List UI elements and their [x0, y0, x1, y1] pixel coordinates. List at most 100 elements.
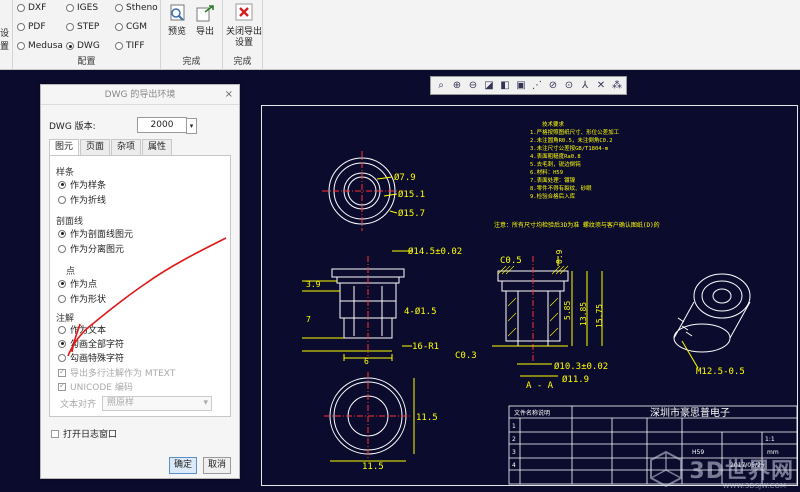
- format-radio-pdf[interactable]: PDF: [17, 22, 46, 32]
- radio-dot: [17, 23, 25, 31]
- export-button[interactable]: 导出: [193, 2, 217, 38]
- iso-view: [673, 273, 751, 369]
- format-label: STEP: [77, 22, 100, 32]
- dim-d1385: 13.85: [579, 302, 588, 326]
- dim-d6: 6: [364, 357, 369, 366]
- radio-spline-as-polyline[interactable]: 作为折线: [58, 193, 106, 206]
- tab-misc[interactable]: 杂项: [111, 139, 142, 155]
- close-icon[interactable]: ×: [225, 85, 233, 105]
- cancel-button[interactable]: 取消: [203, 457, 231, 474]
- view-icon[interactable]: ◧: [498, 79, 512, 93]
- zoom-out-icon[interactable]: ⊖: [466, 79, 480, 93]
- text-align-select[interactable]: 照原样: [102, 396, 213, 411]
- tb-row-1: 1: [512, 423, 516, 430]
- warning-note: 注意：所有尺寸均检验后3D为准 螺纹须与客户确认图纸(D)的: [494, 221, 660, 229]
- format-label: Stheno: [126, 3, 158, 13]
- datum-point-icon[interactable]: ⊙: [562, 79, 576, 93]
- open-log-checkbox[interactable]: 打开日志窗口: [51, 427, 117, 440]
- radio-dot: [58, 229, 66, 238]
- checkbox-mtext[interactable]: 导出多行注解作为 MTEXT: [58, 366, 175, 379]
- checkbox-unicode[interactable]: UNICODE 编码: [58, 380, 133, 393]
- top-view: [322, 151, 402, 231]
- ok-button[interactable]: 确定: [169, 457, 197, 474]
- drawing-sheet: 技术要求 1.严格按照图纸尺寸、形位公差加工 2.未注圆角R0.5，未注倒角C0.2…: [261, 105, 798, 486]
- radio-spline-as-spline[interactable]: 作为样条: [58, 178, 106, 191]
- spin-center-icon[interactable]: ⁂: [610, 79, 624, 93]
- note-line: 1.严格按照图纸尺寸、形位公差加工: [530, 128, 620, 136]
- note-line: 2.未注圆角R0.5，未注倒角C0.2: [530, 136, 613, 144]
- format-radio-medusa[interactable]: Medusa: [17, 41, 63, 51]
- annotation-display-icon[interactable]: ✕: [594, 79, 608, 93]
- group-label-finish: 完成: [182, 57, 201, 67]
- dim-d585: 5.85: [563, 301, 572, 320]
- dim-d103: Ø10.3±0.02: [554, 361, 608, 372]
- note-line: 8.零件不得有裂纹、砂眼: [530, 184, 592, 192]
- format-label: PDF: [28, 22, 46, 32]
- note-line: 7.表面处理：镀镍: [530, 176, 576, 184]
- section-point-title: 点: [66, 267, 76, 277]
- tab-entities[interactable]: 图元: [49, 139, 80, 156]
- group-label-finish2: 完成: [233, 57, 252, 67]
- format-label: Medusa: [28, 41, 63, 51]
- zoom-in-icon[interactable]: ⊕: [450, 79, 464, 93]
- display-style-icon[interactable]: ▣: [514, 79, 528, 93]
- export-icon: [196, 5, 214, 22]
- tab-page[interactable]: 页面: [80, 139, 111, 155]
- radio-dot: [58, 325, 66, 334]
- repaint-icon[interactable]: ◪: [482, 79, 496, 93]
- section-spline-title: 样条: [56, 168, 75, 178]
- radio-hatch-as-separate[interactable]: 作为分离图元: [58, 242, 124, 255]
- format-label: DWG: [77, 41, 100, 51]
- close-export-settings-button[interactable]: 关闭导出 设置: [226, 2, 262, 49]
- radio-dot: [58, 294, 66, 303]
- dim-d39: 3.9: [306, 280, 321, 289]
- checkbox-box: [58, 381, 66, 391]
- format-radio-tiff[interactable]: TIFF: [115, 41, 145, 51]
- radio-dot: [115, 42, 123, 50]
- radio-point-as-point[interactable]: 作为点: [58, 277, 97, 290]
- format-radio-iges[interactable]: IGES: [66, 3, 98, 13]
- title-header-left: 文件名称说明: [514, 409, 550, 417]
- dim-d151: Ø15.1: [398, 189, 425, 200]
- format-radio-dxf[interactable]: DXF: [17, 3, 46, 13]
- ribbon: 设置 DXF PDF Medusa IGES STEP DWG Stheno CGM TIFF …: [0, 0, 800, 70]
- text-align-label: 文本对齐: [60, 400, 97, 410]
- dim-thread: M12.5-0.5: [696, 367, 745, 377]
- radio-point-as-shape[interactable]: 作为形状: [58, 292, 106, 305]
- front-view: [302, 250, 412, 361]
- radio-dot: [58, 180, 66, 189]
- ribbon-group-finish: 预览 导出 完成: [161, 0, 223, 70]
- format-radio-step[interactable]: STEP: [66, 22, 99, 32]
- radio-note-stroke-special[interactable]: 勾画特殊字符: [58, 351, 124, 364]
- ribbon-group-config: DXF PDF Medusa IGES STEP DWG Stheno CGM TIFF 配置: [13, 0, 161, 70]
- tb-row-3: 3: [512, 449, 516, 456]
- dim-c05: C0.5: [500, 256, 522, 266]
- preview-button[interactable]: 预览: [165, 2, 189, 38]
- radio-note-stroke-all[interactable]: 勾画全部字符: [58, 337, 124, 350]
- radio-hatch-as-hatch[interactable]: 作为剖面线图元: [58, 227, 133, 240]
- note-line: 5.去毛刺，锐边倒钝: [530, 160, 581, 168]
- format-radio-dwg[interactable]: DWG: [66, 41, 100, 51]
- datum-plane-icon[interactable]: ⋰: [530, 79, 544, 93]
- datum-axis-icon[interactable]: ⊘: [546, 79, 560, 93]
- refit-icon[interactable]: ⌕: [434, 79, 448, 93]
- tab-properties[interactable]: 属性: [142, 139, 173, 155]
- format-label: DXF: [28, 3, 47, 13]
- watermark-text: 3D世界网: [689, 459, 794, 484]
- format-label: IGES: [77, 3, 99, 13]
- dim-4-d15: 4-Ø1.5: [404, 306, 437, 317]
- coordinate-system-icon[interactable]: ⅄: [578, 79, 592, 93]
- format-radio-cgm[interactable]: CGM: [115, 22, 147, 32]
- chevron-down-icon[interactable]: ▾: [186, 118, 197, 134]
- version-select[interactable]: 2000 ▾: [137, 117, 197, 134]
- dim-d115h: 11.5: [362, 462, 384, 472]
- radio-dot: [58, 353, 66, 362]
- note-line: 技术要求: [542, 120, 565, 128]
- dim-d1575: 15.75: [595, 304, 604, 328]
- format-radio-stheno[interactable]: Stheno: [115, 3, 158, 13]
- tb-scale: 1:1: [765, 436, 775, 443]
- radio-note-as-text[interactable]: 作为文本: [58, 323, 106, 336]
- version-label: DWG 版本:: [49, 121, 96, 132]
- setup-button-cut[interactable]: 设置: [0, 26, 12, 52]
- company-name: 深圳市豪思普电子: [650, 406, 730, 419]
